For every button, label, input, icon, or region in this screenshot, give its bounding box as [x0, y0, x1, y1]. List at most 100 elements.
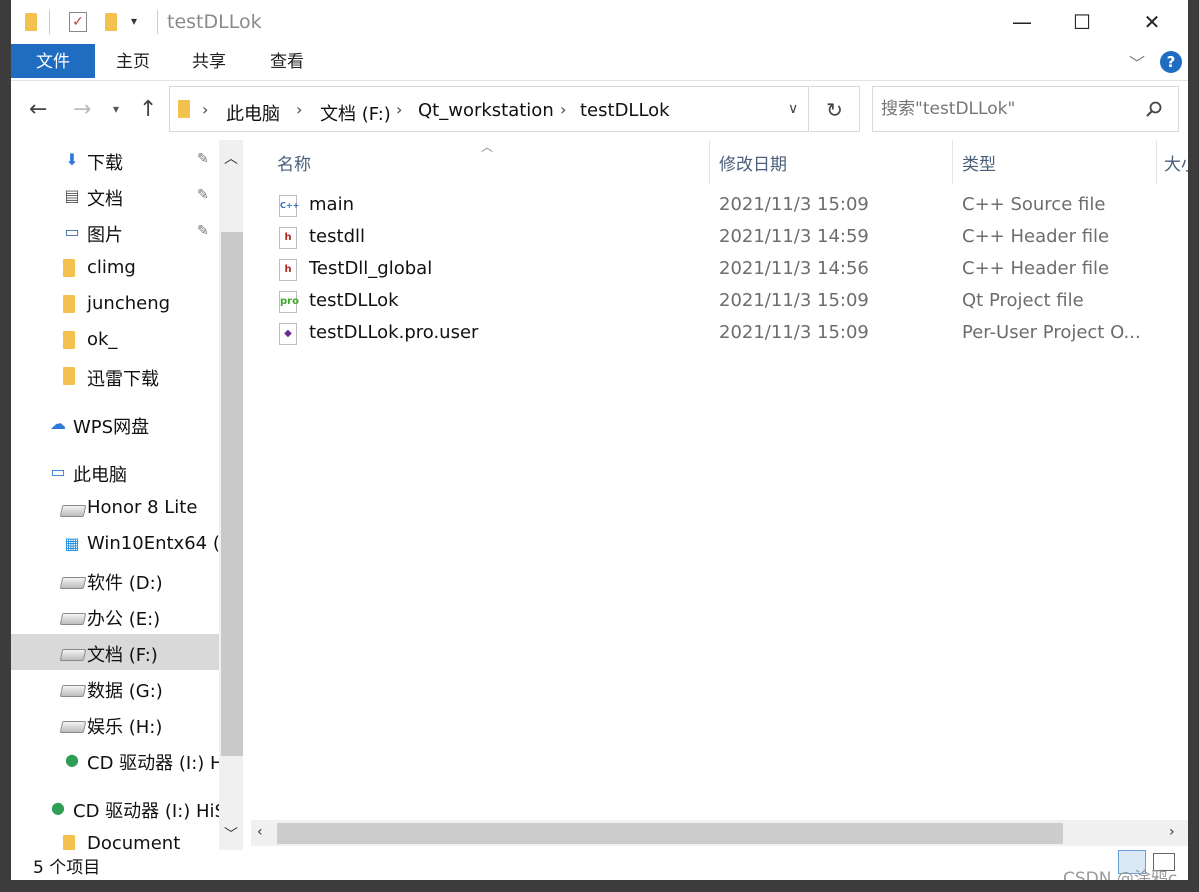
- file-row[interactable]: C++ main 2021/11/3 15:09 C++ Source file: [267, 190, 1167, 222]
- minimize-button[interactable]: —: [999, 8, 1045, 36]
- address-bar[interactable]: › 此电脑 › 文档 (F:) › Qt_workstation › testD…: [169, 86, 809, 132]
- folder-icon: [63, 295, 75, 313]
- file-type: C++ Header file: [962, 258, 1110, 279]
- horizontal-scrollbar-thumb[interactable]: [277, 823, 1063, 844]
- file-type: Per-User Project O...: [962, 322, 1141, 343]
- nav-item[interactable]: 迅雷下载: [11, 358, 219, 394]
- breadcrumb-separator-icon[interactable]: ›: [202, 100, 208, 119]
- nav-item[interactable]: ▤ 文档 ✎: [11, 178, 219, 214]
- properties-icon[interactable]: ✓: [69, 12, 87, 32]
- recent-locations-chevron-icon[interactable]: ▾: [113, 102, 119, 116]
- nav-item[interactable]: ● CD 驱动器 (I:) H: [11, 742, 224, 778]
- column-header-name[interactable]: 名称: [277, 150, 311, 175]
- file-row[interactable]: ◆ testDLLok.pro.user 2021/11/3 15:09 Per-Us…: [267, 318, 1167, 350]
- column-header-size[interactable]: 大小: [1164, 150, 1188, 175]
- nav-item[interactable]: ⬇ 下载 ✎: [11, 142, 219, 178]
- expand-ribbon-chevron-icon[interactable]: ﹀: [1129, 50, 1145, 74]
- customize-quick-access-icon[interactable]: ▾: [131, 14, 137, 28]
- back-arrow-icon[interactable]: ←: [29, 97, 47, 122]
- breadcrumb-qt-workstation[interactable]: Qt_workstation: [418, 100, 554, 121]
- file-date: 2021/11/3 15:09: [719, 290, 869, 311]
- breadcrumb-separator-icon[interactable]: ›: [396, 100, 402, 119]
- tab-view[interactable]: 查看: [255, 44, 319, 78]
- nav-item-label: Document: [87, 833, 181, 850]
- breadcrumb-drive-f[interactable]: 文档 (F:): [320, 100, 391, 126]
- nav-item[interactable]: juncheng: [11, 286, 219, 322]
- scroll-right-arrow-icon[interactable]: ›: [1169, 824, 1175, 840]
- search-input[interactable]: [881, 97, 1141, 121]
- nav-item[interactable]: climg: [11, 250, 219, 286]
- file-name: testDLLok.pro.user: [309, 322, 479, 343]
- explorer-window: ✓ ▾ testDLLok — ☐ ✕ 文件 主页 共享 查看 ﹀ ? ← → …: [11, 0, 1188, 880]
- close-button[interactable]: ✕: [1129, 8, 1175, 36]
- scroll-down-arrow-icon[interactable]: ﹀: [219, 824, 243, 844]
- cpp-header-icon: h: [279, 259, 297, 281]
- address-history-chevron-icon[interactable]: ∨: [788, 101, 798, 117]
- phone-drive-icon: [59, 505, 87, 517]
- file-name: testDLLok: [309, 290, 399, 311]
- folder-icon: [63, 331, 75, 349]
- new-folder-icon[interactable]: [105, 13, 117, 31]
- nav-item[interactable]: 文档 (F:): [11, 634, 219, 670]
- file-type: C++ Header file: [962, 226, 1110, 247]
- nav-item[interactable]: 软件 (D:): [11, 562, 219, 598]
- file-row[interactable]: h testdll 2021/11/3 14:59 C++ Header file: [267, 222, 1167, 254]
- nav-item[interactable]: Honor 8 Lite: [11, 490, 219, 526]
- breadcrumb-this-pc[interactable]: 此电脑: [226, 100, 280, 126]
- sort-ascending-icon: ︿: [481, 140, 494, 154]
- breadcrumb-separator-icon[interactable]: ›: [560, 100, 566, 119]
- file-name: main: [309, 194, 354, 215]
- watermark: CSDN @涂鸦c: [1063, 869, 1178, 880]
- document-icon: ▤: [64, 186, 80, 205]
- tab-file[interactable]: 文件: [11, 44, 95, 78]
- scroll-up-arrow-icon[interactable]: ︿: [219, 148, 243, 168]
- search-icon[interactable]: [1145, 100, 1163, 118]
- column-header-date-modified[interactable]: 修改日期: [719, 150, 787, 175]
- breadcrumb-separator-icon[interactable]: ›: [296, 100, 302, 119]
- column-header-type[interactable]: 类型: [962, 150, 996, 175]
- nav-item[interactable]: 娱乐 (H:): [11, 706, 219, 742]
- folder-icon: [25, 13, 37, 31]
- cpp-source-icon: C++: [279, 195, 299, 217]
- pin-icon[interactable]: ✎: [197, 187, 209, 203]
- up-arrow-icon[interactable]: ↑: [139, 97, 157, 122]
- file-type: Qt Project file: [962, 290, 1084, 311]
- column-divider[interactable]: [1156, 140, 1157, 184]
- nav-item-label: CD 驱动器 (I:) HiS: [73, 801, 226, 822]
- title-bar: ✓ ▾ testDLLok — ☐ ✕: [11, 0, 1188, 44]
- nav-item[interactable]: 数据 (G:): [11, 670, 219, 706]
- nav-item[interactable]: ▭ 此电脑: [11, 454, 219, 490]
- nav-item-label: 软件 (D:): [87, 573, 163, 594]
- nav-item[interactable]: ▦ Win10Entx64 (C: [11, 526, 232, 562]
- search-box[interactable]: [872, 86, 1179, 132]
- help-icon[interactable]: ?: [1160, 51, 1182, 73]
- nav-item[interactable]: ▭ 图片 ✎: [11, 214, 219, 250]
- drive-icon: [59, 685, 87, 697]
- file-row[interactable]: h TestDll_global 2021/11/3 14:56 C++ Header…: [267, 254, 1167, 286]
- file-name: TestDll_global: [309, 258, 433, 279]
- nav-item[interactable]: ● CD 驱动器 (I:) HiS: [11, 790, 226, 826]
- nav-item[interactable]: Document: [11, 826, 219, 850]
- tab-share[interactable]: 共享: [177, 44, 241, 78]
- nav-item[interactable]: 办公 (E:): [11, 598, 219, 634]
- file-name: testdll: [309, 226, 365, 247]
- drive-icon: [59, 649, 87, 661]
- scroll-left-arrow-icon[interactable]: ‹: [257, 824, 263, 840]
- maximize-button[interactable]: ☐: [1059, 8, 1105, 36]
- breadcrumb-testdllok[interactable]: testDLLok: [580, 100, 670, 121]
- refresh-icon[interactable]: ↻: [810, 86, 860, 132]
- tab-home[interactable]: 主页: [101, 44, 165, 78]
- nav-item-label: juncheng: [87, 293, 171, 314]
- file-row[interactable]: pro testDLLok 2021/11/3 15:09 Qt Project fi…: [267, 286, 1167, 318]
- navigation-scrollbar-thumb[interactable]: [221, 232, 243, 756]
- nav-item[interactable]: ☁ WPS网盘: [11, 406, 219, 442]
- nav-item[interactable]: ok_: [11, 322, 219, 358]
- nav-item-label: 此电脑: [73, 465, 127, 486]
- column-divider[interactable]: [709, 140, 710, 184]
- pin-icon[interactable]: ✎: [197, 223, 209, 239]
- column-divider[interactable]: [952, 140, 953, 184]
- nav-item-label: 办公 (E:): [87, 609, 161, 630]
- forward-arrow-icon[interactable]: →: [73, 97, 91, 122]
- folder-icon: [63, 259, 75, 277]
- pin-icon[interactable]: ✎: [197, 151, 209, 167]
